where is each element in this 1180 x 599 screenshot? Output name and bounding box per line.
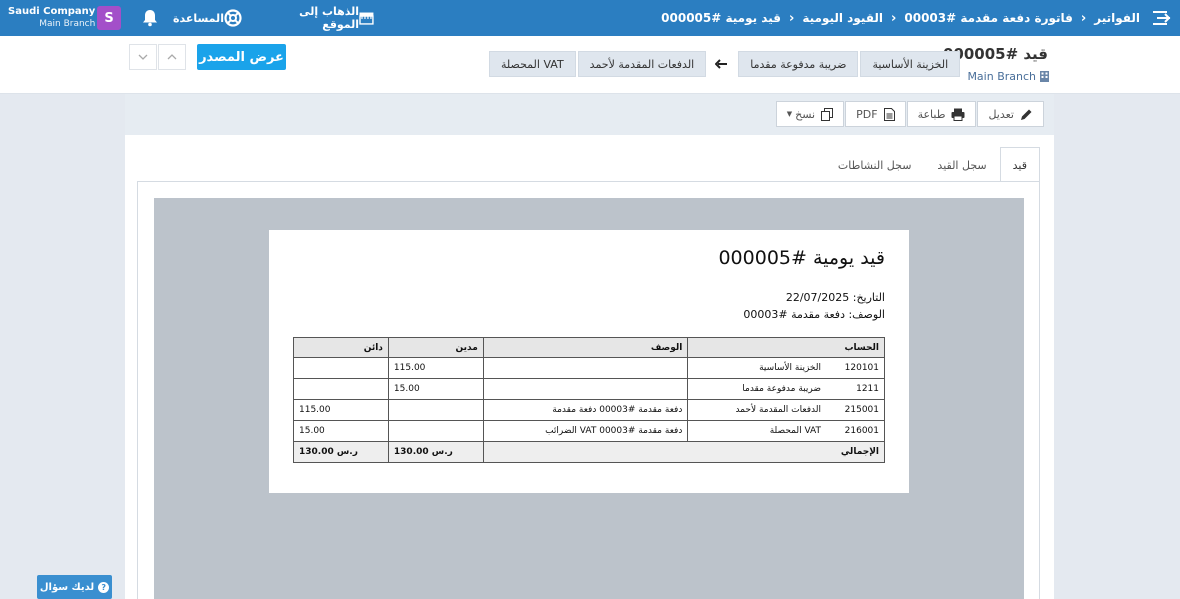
document-page: قيد يومية #000005 التاريخ: 22/07/2025 ال… (269, 230, 909, 493)
menu-toggle-icon[interactable] (1144, 0, 1180, 36)
breadcrumb-journal-entries[interactable]: القيود اليومية (802, 11, 883, 25)
credit-cell (293, 357, 389, 379)
col-credit: دائن (293, 337, 389, 358)
table-row: 120101الخزينة الأساسية 115.00 (293, 357, 885, 379)
account-cell: 1211ضريبة مدفوعة مقدما (687, 378, 885, 400)
description-cell: دفعة مقدمة #00003 VAT الضرائب (482, 420, 689, 442)
avatar[interactable]: S (97, 6, 121, 30)
company-name: Saudi Company (8, 6, 96, 17)
document-preview: قيد يومية #000005 التاريخ: 22/07/2025 ال… (154, 198, 1024, 599)
bell-icon[interactable] (141, 9, 159, 30)
col-account: الحساب (687, 337, 885, 358)
branch-label: Main Branch (967, 70, 1049, 83)
tag-main-treasury[interactable]: الخزينة الأساسية (860, 51, 961, 77)
tab-content: قيد يومية #000005 التاريخ: 22/07/2025 ال… (137, 181, 1040, 599)
document-meta: التاريخ: 22/07/2025 الوصف: دفعة مقدمة #0… (743, 289, 885, 323)
total-row: الإجمالي 130.00 ر.س 130.00 ر.س (293, 441, 886, 463)
journal-table: الحساب الوصف مدين دائن 120101الخزينة الأ… (293, 337, 886, 463)
visit-site-label: الذهاب إلى الموقع (299, 5, 360, 31)
copy-dropdown[interactable]: نسخ ▼ (775, 101, 845, 127)
credit-cell (293, 378, 389, 400)
print-button[interactable]: طباعة (906, 101, 977, 127)
copy-icon (821, 107, 834, 121)
caret-down-icon: ▼ (786, 110, 793, 118)
store-icon (359, 12, 374, 25)
credit-cell: 15.00 (293, 420, 389, 442)
tag-vat-collected[interactable]: VAT المحصلة (489, 51, 576, 77)
help-link[interactable]: المساعدة (173, 0, 248, 36)
description-cell (482, 378, 689, 400)
debit-cell: 115.00 (387, 357, 484, 379)
account-cell: 120101الخزينة الأساسية (687, 357, 885, 379)
pdf-button[interactable]: PDF (845, 101, 906, 127)
description-cell: دفعة مقدمة #00003 دفعة مقدمة (482, 399, 689, 421)
chevron-left-icon: ‹ (1080, 10, 1087, 26)
chevron-left-icon: ‹ (891, 10, 897, 26)
ask-question-button[interactable]: ? لديك سؤال (37, 575, 112, 599)
printer-icon (951, 108, 965, 121)
file-icon (883, 107, 895, 121)
view-source-button[interactable]: عرض المصدر (197, 44, 286, 70)
breadcrumb: الفواتير ‹ فاتورة دفعة مقدمة #00003 ‹ ال… (661, 0, 1140, 36)
chevron-down-icon (138, 54, 148, 60)
pencil-icon (1021, 109, 1032, 120)
question-icon: ? (98, 581, 110, 593)
debit-cell (387, 420, 484, 442)
debit-cell (387, 399, 484, 421)
account-cell: 216001VAT المحصلة (687, 420, 885, 442)
tab-activity-log[interactable]: سجل النشاطات (825, 147, 925, 182)
tag-advance-payments[interactable]: الدفعات المقدمة لأحمد (577, 51, 707, 77)
tab-bar: قيد سجل القيد سجل النشاطات (825, 147, 1040, 182)
table-row: 1211ضريبة مدفوعة مقدما 15.00 (293, 378, 885, 400)
breadcrumb-invoices[interactable]: الفواتير (1094, 11, 1140, 25)
table-row: 216001VAT المحصلة دفعة مقدمة #00003 VAT … (293, 420, 885, 442)
tag-prepaid-tax[interactable]: ضريبة مدفوعة مقدما (738, 51, 859, 77)
content-panel: تعديل طباعة PDF نسخ ▼ قيد سجل القيد سجل … (125, 94, 1054, 599)
document-title: قيد يومية #000005 (718, 247, 885, 269)
debit-cell: 15.00 (387, 378, 484, 400)
top-bar: الفواتير ‹ فاتورة دفعة مقدمة #00003 ‹ ال… (0, 0, 1180, 36)
chevron-up-icon (167, 54, 177, 60)
table-row: 215001الدفعات المقدمة لأحمد دفعة مقدمة #… (293, 399, 885, 421)
visit-site-link[interactable]: الذهاب إلى الموقع (259, 0, 380, 36)
arrow-left-icon (706, 59, 736, 69)
col-debit: مدين (387, 337, 484, 358)
account-tags: الخزينة الأساسية ضريبة مدفوعة مقدما الدف… (487, 51, 961, 77)
description-cell (482, 357, 689, 379)
col-description: الوصف (482, 337, 689, 358)
total-debit: 130.00 ر.س (387, 441, 484, 463)
help-label: المساعدة (173, 11, 224, 25)
action-toolbar: تعديل طباعة PDF نسخ ▼ (125, 94, 1054, 135)
chevron-left-icon: ‹ (788, 10, 795, 26)
edit-button[interactable]: تعديل (977, 101, 1044, 127)
lifebuoy-icon (224, 9, 242, 27)
tab-entry-log[interactable]: سجل القيد (924, 147, 999, 182)
account-cell: 215001الدفعات المقدمة لأحمد (687, 399, 885, 421)
credit-cell: 115.00 (293, 399, 389, 421)
breadcrumb-current: قيد يومية #000005 (661, 11, 781, 25)
building-icon (1040, 71, 1049, 82)
company-branch: Main Branch (39, 19, 96, 29)
date-row: التاريخ: 22/07/2025 (785, 291, 885, 304)
company-switcher[interactable]: Saudi Company Main Branch (8, 6, 95, 30)
next-button[interactable] (129, 44, 157, 70)
total-label: الإجمالي (482, 441, 886, 463)
total-credit: 130.00 ر.س (293, 441, 389, 463)
description-row: الوصف: دفعة مقدمة #00003 (743, 308, 885, 321)
page-header: قيد #000005 Main Branch الخزينة الأساسية… (0, 36, 1180, 94)
tab-entry[interactable]: قيد (999, 147, 1040, 182)
previous-button[interactable] (158, 44, 186, 70)
breadcrumb-advance-invoice[interactable]: فاتورة دفعة مقدمة #00003 (904, 11, 1073, 25)
